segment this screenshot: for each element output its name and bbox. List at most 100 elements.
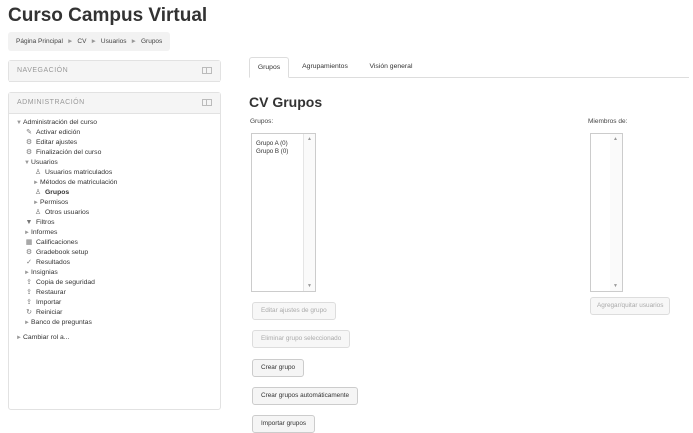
tree-item-label: Restaurar [36, 289, 66, 296]
collapsed-arrow-icon: ► [33, 180, 39, 186]
tree-item-backup[interactable]: ⇪ Copia de seguridad [25, 278, 95, 288]
import-groups-button[interactable]: Importar grupos [252, 415, 316, 433]
backup-icon: ⇪ [26, 279, 32, 286]
tree-item-enrolment-methods[interactable]: ► Métodos de matriculación [32, 178, 117, 188]
tree-item-label: Usuarios [31, 159, 58, 166]
tree-item-edit-settings[interactable]: ⚙ Editar ajustes [25, 138, 77, 148]
users-icon: ♙ [34, 169, 42, 176]
gear-icon: ⚙ [25, 139, 33, 146]
tree-item-label: Permisos [40, 199, 69, 206]
navigation-block-header[interactable]: NAVEGACIÓN [9, 61, 220, 82]
tab-groups[interactable]: Grupos [249, 57, 289, 78]
users-icon: ♙ [34, 189, 42, 196]
delete-selected-group-button[interactable]: Eliminar grupo seleccionado [252, 330, 351, 348]
tree-item-label: Finalización del curso [36, 149, 102, 156]
site-title: Curso Campus Virtual [8, 5, 208, 26]
grades-table-icon: ▦ [25, 239, 33, 246]
restore-icon: ⇪ [26, 289, 32, 296]
navigation-block: NAVEGACIÓN [8, 60, 221, 82]
edit-group-settings-button[interactable]: Editar ajustes de grupo [252, 302, 336, 320]
scroll-up-icon[interactable]: ▲ [610, 136, 621, 142]
tree-item-enrolled-users[interactable]: ♙ Usuarios matriculados [34, 168, 112, 178]
collapsed-arrow-icon: ► [16, 335, 22, 341]
tree-item-switch-role[interactable]: ► Cambiar rol a... [15, 333, 69, 343]
tree-item-filters[interactable]: ▼ Filtros [25, 218, 55, 228]
navigation-block-title: NAVEGACIÓN [17, 67, 69, 74]
tree-item-label: Reiniciar [36, 309, 63, 316]
user-icon: ♙ [34, 209, 42, 216]
tree-item-permissions[interactable]: ► Permisos [32, 198, 68, 208]
tree-item-gradebook-setup[interactable]: ⚙ Gradebook setup [25, 248, 88, 258]
breadcrumb-separator: ► [130, 38, 137, 45]
members-listbox-scrollbar[interactable]: ▲ ▼ [610, 134, 622, 291]
tree-item-label: Usuarios matriculados [45, 169, 113, 176]
tree-item-restore[interactable]: ⇪ Restaurar [25, 288, 66, 298]
tree-item-reset[interactable]: ↻ Reiniciar [25, 308, 62, 318]
tree-item-label: Administración del curso [23, 119, 98, 126]
tab-groupings[interactable]: Agrupamientos [293, 57, 357, 77]
tree-item-label: Insignias [31, 269, 58, 276]
tree-item-label: Informes [31, 229, 58, 236]
tree-item-label: Resultados [36, 259, 71, 266]
tree-item-label: Editar ajustes [36, 139, 78, 146]
page-heading: CV Grupos [249, 94, 323, 110]
pencil-icon: ✎ [26, 129, 32, 136]
tree-item-label: Copia de seguridad [36, 279, 95, 286]
tree-item-grades[interactable]: ▦ Calificaciones [25, 238, 78, 248]
tree-item-label: Banco de preguntas [31, 319, 92, 326]
breadcrumb: Página Principal ► CV ► Usuarios ► Grupos [8, 32, 171, 51]
tree-item-groups[interactable]: ♙ Grupos [34, 188, 69, 198]
collapsed-arrow-icon: ► [33, 200, 39, 206]
administration-block-header[interactable]: ADMINISTRACIÓN [9, 93, 220, 114]
tree-item-users[interactable]: ▼ Usuarios [23, 158, 58, 168]
collapsed-arrow-icon: ► [24, 230, 30, 236]
breadcrumb-course-link[interactable]: CV [77, 38, 86, 45]
expanded-arrow-icon: ▼ [24, 160, 30, 166]
scroll-down-icon[interactable]: ▼ [304, 283, 315, 289]
outcomes-icon: ✓ [26, 259, 32, 266]
group-tabs: Grupos Agrupamientos Visión general [249, 57, 689, 78]
breadcrumb-groups-current: Grupos [140, 38, 163, 45]
members-listbox[interactable]: ▲ ▼ [590, 133, 623, 292]
tree-item-label: Activar edición [36, 129, 81, 136]
groups-label: Grupos: [250, 118, 274, 125]
breadcrumb-separator: ► [66, 38, 74, 45]
groups-listbox-scrollbar[interactable]: ▲ ▼ [303, 134, 315, 291]
tree-item-label: Grupos [45, 189, 70, 196]
tree-item-badges[interactable]: ► Insignias [23, 268, 58, 278]
filter-icon: ▼ [25, 219, 33, 226]
tree-item-other-users[interactable]: ♙ Otros usuarios [34, 208, 89, 218]
scroll-up-icon[interactable]: ▲ [304, 136, 315, 142]
breadcrumb-home-link[interactable]: Página Principal [16, 38, 63, 45]
tree-item-course-completion[interactable]: ⚙ Finalización del curso [25, 148, 102, 158]
gear-icon: ⚙ [25, 249, 33, 256]
tree-item-course-administration[interactable]: ▼ Administración del curso [15, 118, 97, 128]
breadcrumb-separator: ► [90, 38, 97, 45]
tree-item-reports[interactable]: ► Informes [23, 228, 57, 238]
tree-item-outcomes[interactable]: ✓ Resultados [25, 258, 70, 268]
import-icon: ⇪ [26, 299, 32, 306]
auto-create-groups-button[interactable]: Crear grupos automáticamente [252, 387, 359, 405]
gear-icon: ⚙ [25, 149, 33, 156]
tree-item-label: Otros usuarios [45, 209, 90, 216]
tree-item-activate-editing[interactable]: ✎ Activar edición [25, 128, 80, 138]
tree-item-label: Filtros [36, 219, 55, 226]
breadcrumb-users-link[interactable]: Usuarios [101, 38, 127, 45]
create-group-button[interactable]: Crear grupo [252, 359, 305, 377]
tree-item-question-bank[interactable]: ► Banco de preguntas [23, 318, 92, 328]
scroll-down-icon[interactable]: ▼ [610, 283, 621, 289]
tree-item-import[interactable]: ⇪ Importar [25, 298, 61, 308]
tree-item-label: Calificaciones [36, 239, 78, 246]
collapsed-arrow-icon: ► [24, 320, 30, 326]
tab-overview[interactable]: Visión general [363, 57, 419, 77]
dock-block-icon[interactable] [202, 99, 212, 106]
dock-block-icon[interactable] [202, 67, 212, 74]
expanded-arrow-icon: ▼ [16, 120, 22, 126]
groups-listbox[interactable]: Grupo A (0) Grupo B (0) ▲ ▼ [251, 133, 316, 292]
reset-icon: ↻ [26, 309, 32, 316]
collapsed-arrow-icon: ► [24, 270, 30, 276]
tree-item-label: Cambiar rol a... [23, 334, 70, 341]
add-remove-users-button[interactable]: Agregar/quitar usuarios [590, 297, 671, 315]
administration-block: ADMINISTRACIÓN ▼ Administración del curso… [8, 92, 221, 410]
administration-block-title: ADMINISTRACIÓN [17, 99, 85, 106]
